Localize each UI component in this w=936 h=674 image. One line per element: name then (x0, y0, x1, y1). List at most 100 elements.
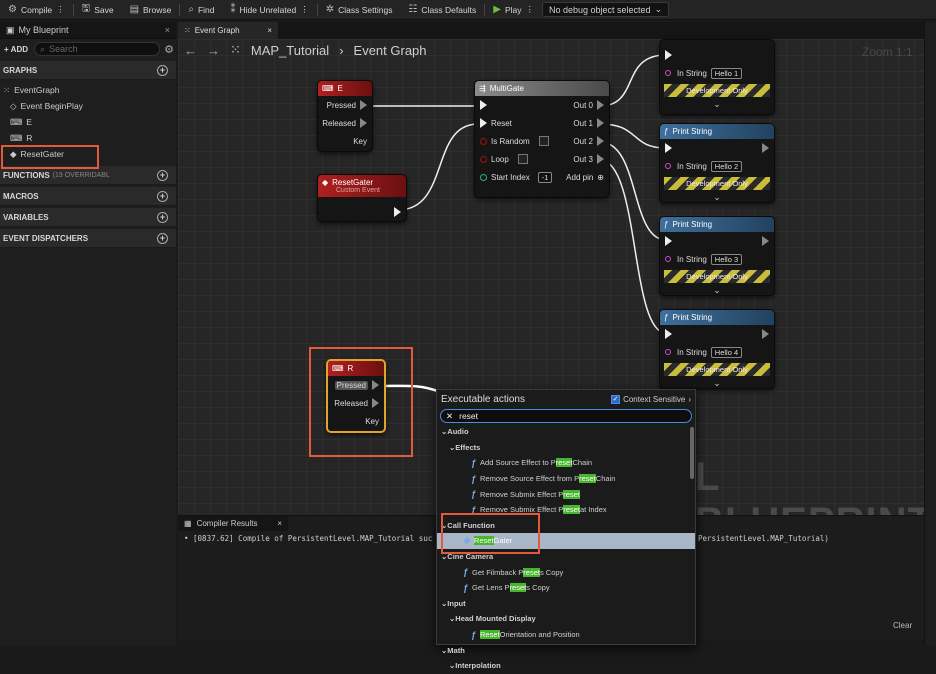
multigate-row1: Reset Out 1 (475, 114, 609, 132)
action-category[interactable]: ⌄ Head Mounted Display (437, 611, 695, 627)
function-icon: ƒ (471, 489, 477, 500)
details-panel-collapsed (924, 22, 936, 645)
print-string-2-header: ƒ Print String (660, 124, 774, 139)
function-icon: ƒ (471, 629, 477, 640)
search-match: Reset (480, 630, 500, 640)
print-string-node-2[interactable]: ƒ Print String In String Hello 2 Developme… (659, 123, 775, 203)
development-only-banner: Development Only (664, 177, 770, 190)
node-e-key: Key (353, 136, 367, 146)
string-pin[interactable] (665, 349, 671, 355)
exec-pin[interactable] (597, 100, 604, 110)
actions-menu-header: Executable actions ✓ Context Sensitive › (441, 393, 691, 405)
add-pin-icon[interactable]: ⊕ (597, 173, 604, 182)
in-string-input[interactable]: Hello 2 (710, 160, 743, 172)
function-icon: ƒ (664, 127, 669, 136)
actions-search-input[interactable]: ✕ reset (440, 409, 692, 423)
checkbox-checked-icon: ✓ (611, 394, 621, 404)
actions-scrollbar[interactable] (690, 427, 694, 479)
bool-pin[interactable] (480, 155, 487, 163)
expand-icon[interactable]: ⌄ (660, 378, 774, 389)
action-category[interactable]: ⌄ Effects (437, 440, 695, 456)
search-match: reset (555, 458, 573, 468)
exec-pin[interactable] (597, 154, 604, 164)
action-category[interactable]: ⌄ Interpolation (437, 658, 695, 674)
node-resetgater-exec-row (318, 203, 406, 221)
exec-pin[interactable] (360, 100, 367, 110)
node-e-pressed: Pressed (318, 96, 372, 114)
start-index-input[interactable]: -1 (537, 171, 553, 183)
expand-icon[interactable]: ⌄ (660, 192, 774, 203)
node-resetgater[interactable]: ◆ ResetGater Custom Event (317, 174, 407, 222)
clear-button[interactable]: Clear (893, 621, 912, 630)
exec-out-pin[interactable] (762, 236, 769, 246)
in-string-input[interactable]: Hello 4 (710, 346, 743, 358)
function-icon: ƒ (463, 567, 469, 578)
node-resetgater-header: ◆ ResetGater Custom Event (318, 175, 406, 197)
node-multigate[interactable]: ⇶ MultiGate Out 0 Reset Out 1 Is Random Out… (474, 80, 610, 198)
bool-pin[interactable] (480, 137, 487, 145)
clear-search-icon[interactable]: ✕ (446, 411, 453, 422)
search-match: reset (579, 474, 596, 484)
exec-out-pin[interactable] (762, 143, 769, 153)
string-pin[interactable] (665, 163, 671, 169)
in-string-input[interactable]: Hello 1 (710, 67, 743, 79)
print-string-3-exec-row (660, 232, 774, 250)
exec-in-pin[interactable] (480, 118, 487, 128)
node-e[interactable]: ⌨ E Pressed Released Key (317, 80, 373, 152)
print-string-node-1[interactable]: In String Hello 1 Development Only ⌄ (659, 39, 775, 115)
action-item[interactable]: ƒ Get Lens Preset s Copy (437, 580, 695, 596)
function-icon: ƒ (463, 582, 469, 593)
development-only-banner: Development Only (664, 363, 770, 376)
close-icon[interactable]: × (277, 519, 282, 528)
highlight-reset-gater-action (441, 513, 540, 554)
action-item[interactable]: ƒ Remove Source Effect from Preset Chain (437, 471, 695, 487)
search-match: reset (563, 505, 580, 515)
action-item[interactable]: ƒ Remove Submix Effect Preset (437, 486, 695, 502)
in-string-input[interactable]: Hello 3 (710, 253, 743, 265)
exec-pin[interactable] (665, 329, 672, 339)
print-string-2-exec-row (660, 139, 774, 157)
is-random-checkbox[interactable] (538, 136, 549, 146)
print-string-4-exec-row (660, 325, 774, 343)
print-string-node-3[interactable]: ƒ Print String In String Hello 3 Developme… (659, 216, 775, 296)
function-icon: ƒ (471, 473, 477, 484)
wire-reset (397, 123, 479, 211)
exec-pin[interactable] (665, 50, 672, 60)
exec-pin[interactable] (394, 207, 401, 217)
exec-out-pin[interactable] (762, 329, 769, 339)
exec-pin[interactable] (665, 236, 672, 246)
search-match: reset (509, 583, 527, 593)
node-e-header: ⌨ E (318, 81, 372, 96)
multigate-row3: Loop Out 3 (475, 150, 609, 168)
exec-pin[interactable] (360, 118, 367, 128)
action-item[interactable]: ƒ Add Source Effect to Preset Chain (437, 455, 695, 471)
loop-checkbox[interactable] (517, 154, 528, 164)
node-e-released: Released (318, 114, 372, 132)
function-icon: ƒ (664, 220, 669, 229)
exec-pin[interactable] (597, 136, 604, 146)
string-pin[interactable] (665, 70, 671, 76)
print-string-node-4[interactable]: ƒ Print String In String Hello 4 Developme… (659, 309, 775, 389)
exec-pin[interactable] (597, 118, 604, 128)
print-string-2-in-row: In String Hello 2 (660, 157, 774, 175)
int-pin[interactable] (480, 173, 487, 181)
function-icon: ƒ (664, 313, 669, 322)
expand-icon[interactable]: ⌄ (660, 99, 774, 110)
multigate-row4: Start Index -1 Add pin ⊕ (475, 168, 609, 186)
compiler-results-tab[interactable]: ▦ Compiler Results × (178, 516, 288, 531)
compiler-log-line: • [0837.62] Compile of PersistentLevel.M… (184, 534, 433, 543)
context-sensitive-toggle[interactable]: ✓ Context Sensitive › (611, 394, 691, 404)
action-item[interactable]: ƒ Reset Orientation and Position (437, 627, 695, 643)
expand-icon[interactable]: ⌄ (660, 285, 774, 296)
exec-pin[interactable] (665, 143, 672, 153)
print-string-1-in-row: In String Hello 1 (660, 64, 774, 82)
string-pin[interactable] (665, 256, 671, 262)
action-category[interactable]: ⌄ Audio (437, 424, 695, 440)
action-item[interactable]: ƒ Get Filmback Preset s Copy (437, 564, 695, 580)
print-string-4-in-row: In String Hello 4 (660, 343, 774, 361)
multigate-row0: Out 0 (475, 96, 609, 114)
action-category[interactable]: ⌄ Input (437, 596, 695, 612)
search-match: reset (563, 489, 580, 499)
compiler-icon: ▦ (184, 519, 192, 528)
exec-in-pin[interactable] (480, 100, 487, 110)
